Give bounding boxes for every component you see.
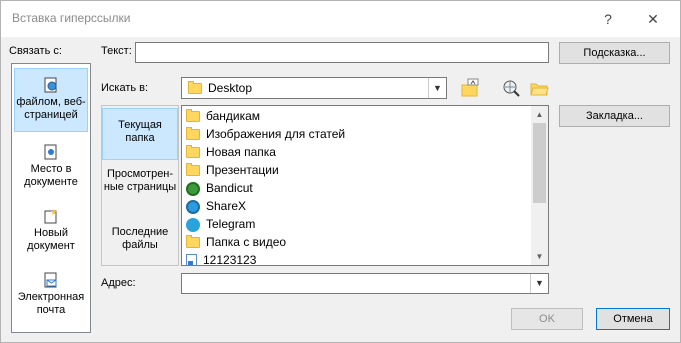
list-item[interactable]: Новая папка <box>186 143 276 161</box>
place-recent-files[interactable]: Последние файлы <box>102 222 178 262</box>
folder-icon <box>186 109 200 123</box>
list-item[interactable]: бандикам <box>186 107 260 125</box>
dialog-title: Вставка гиперссылки <box>12 11 131 25</box>
link-to-email-label: Электронная почта <box>17 291 85 316</box>
link-to-email[interactable]: Электронная почта <box>14 268 88 328</box>
screentip-button[interactable]: Подсказка... <box>559 42 670 64</box>
sharex-shortcut-icon <box>186 199 200 214</box>
ok-button[interactable]: OK <box>511 308 583 330</box>
chevron-down-icon[interactable]: ▼ <box>530 274 548 293</box>
scroll-thumb[interactable] <box>533 123 546 203</box>
scroll-up-icon[interactable]: ▲ <box>531 106 548 123</box>
places-panel: Текущая папка Просмотрен-ные страницы По… <box>101 105 179 266</box>
list-item[interactable]: ShareX <box>186 197 246 215</box>
place-current-folder[interactable]: Текущая папка <box>102 108 178 160</box>
bandicut-shortcut-icon <box>186 181 200 196</box>
folder-icon <box>186 163 200 177</box>
list-item[interactable]: Bandicut <box>186 179 253 197</box>
up-one-folder-button[interactable] <box>459 77 481 99</box>
list-item[interactable]: Презентации <box>186 161 279 179</box>
browse-web-button[interactable] <box>500 77 522 99</box>
document-icon <box>186 253 197 265</box>
link-to-new-document-label: Новый документ <box>27 227 75 252</box>
file-list-scrollbar[interactable]: ▲ ▼ <box>531 106 548 265</box>
link-to-place-in-document[interactable]: Место в документе <box>14 140 88 192</box>
link-to-existing-file-label: файлом, веб-страницей <box>16 96 86 121</box>
file-list: бандикам Изображения для статей Новая па… <box>181 105 549 266</box>
folder-icon <box>186 127 200 141</box>
place-in-document-icon <box>44 144 58 160</box>
look-in-dropdown[interactable]: Desktop ▼ <box>181 77 447 99</box>
title-bar: Вставка гиперссылки ? ✕ <box>1 1 680 37</box>
link-to-existing-file[interactable]: файлом, веб-страницей <box>14 68 88 132</box>
insert-hyperlink-dialog: Вставка гиперссылки ? ✕ Связать с: файло… <box>0 0 681 343</box>
chevron-down-icon[interactable]: ▼ <box>428 78 446 98</box>
list-item[interactable]: Изображения для статей <box>186 125 345 143</box>
address-field[interactable]: ▼ <box>181 273 549 294</box>
place-browsed-pages[interactable]: Просмотрен-ные страницы <box>102 164 178 212</box>
list-item[interactable]: Папка с видео <box>186 233 286 251</box>
browse-file-button[interactable] <box>528 77 550 99</box>
look-in-value: Desktop <box>208 81 253 95</box>
new-document-icon <box>44 208 58 224</box>
text-label: Текст: <box>101 45 132 57</box>
folder-icon <box>186 145 200 159</box>
telegram-shortcut-icon <box>186 217 200 232</box>
text-field[interactable] <box>135 42 549 63</box>
address-label: Адрес: <box>101 277 136 289</box>
link-to-label: Связать с: <box>9 45 62 57</box>
link-to-panel: файлом, веб-страницей Место в документе … <box>11 63 91 333</box>
link-to-new-document[interactable]: Новый документ <box>14 204 88 256</box>
list-item[interactable]: Telegram <box>186 215 255 233</box>
scroll-down-icon[interactable]: ▼ <box>531 248 548 265</box>
list-item[interactable]: 12123123 <box>186 251 256 265</box>
email-icon <box>44 272 58 288</box>
close-button[interactable]: ✕ <box>641 7 665 31</box>
bookmark-button[interactable]: Закладка... <box>559 105 670 127</box>
look-in-label: Искать в: <box>101 82 149 94</box>
globe-document-icon <box>44 77 58 93</box>
help-button[interactable]: ? <box>596 7 620 31</box>
folder-shortcut-icon <box>186 235 200 249</box>
cancel-button[interactable]: Отмена <box>596 308 670 330</box>
link-to-place-in-document-label: Место в документе <box>24 163 78 188</box>
desktop-folder-icon <box>188 81 202 94</box>
